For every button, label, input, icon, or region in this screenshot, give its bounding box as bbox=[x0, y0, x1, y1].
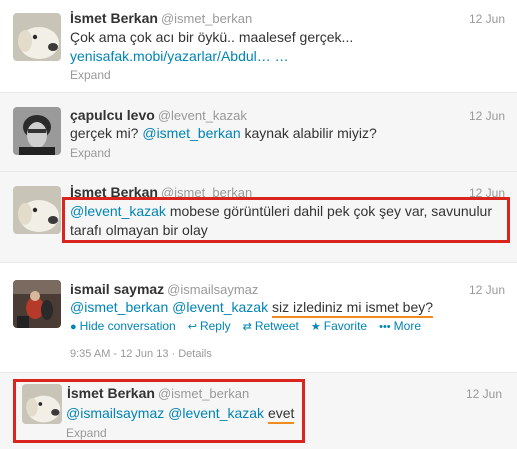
tweet[interactable]: ismail saymaz @ismailsaymaz 12 Jun @ismet… bbox=[0, 263, 517, 373]
more-button[interactable]: ••• More bbox=[379, 319, 421, 333]
retweet-button[interactable]: ⇄ Retweet bbox=[243, 319, 299, 333]
more-icon: ••• bbox=[379, 321, 391, 333]
avatar[interactable] bbox=[13, 107, 61, 155]
highlight-box bbox=[13, 379, 305, 443]
tweet-text: Çok ama çok acı bir öykü.. maalesef gerç… bbox=[70, 28, 353, 47]
more-label: More bbox=[393, 319, 422, 333]
mention-link[interactable]: @levent_kazak bbox=[172, 299, 268, 315]
tweet[interactable]: İsmet Berkan @ismet_berkan 12 Jun @ismail… bbox=[0, 373, 517, 449]
tweet-text: gerçek mi? @ismet_berkan kaynak alabilir… bbox=[70, 124, 377, 143]
tweet-time[interactable]: 12 Jun bbox=[469, 12, 505, 26]
expand-link[interactable]: Expand bbox=[70, 146, 111, 160]
tweet-header: ismail saymaz @ismailsaymaz bbox=[70, 281, 258, 298]
tweet-text: @ismet_berkan @levent_kazak siz izledini… bbox=[70, 298, 434, 318]
user-name[interactable]: ismail saymaz bbox=[70, 281, 164, 297]
tweet-time[interactable]: 12 Jun bbox=[469, 109, 505, 123]
user-handle[interactable]: @levent_kazak bbox=[158, 108, 247, 123]
tweet-body-pre: gerçek mi? bbox=[70, 125, 143, 141]
tweet-time[interactable]: 12 Jun bbox=[469, 283, 505, 297]
tweet[interactable]: çapulcu levo @levent_kazak 12 Jun gerçek … bbox=[0, 93, 517, 172]
highlight-box bbox=[62, 197, 510, 243]
hide-conversation-button[interactable]: ● Hide conversation bbox=[70, 319, 176, 333]
tweet[interactable]: İsmet Berkan @ismet_berkan 12 Jun @levent… bbox=[0, 172, 517, 263]
star-icon: ★ bbox=[310, 321, 321, 333]
hide-conversation-icon: ● bbox=[70, 321, 77, 333]
tweet-time[interactable]: 12 Jun bbox=[466, 387, 502, 401]
tweet-actions: ● Hide conversation ↩ Reply ⇄ Retweet ★ Favorit… bbox=[70, 319, 433, 334]
tweet-link-line: yenisafak.mobi/yazarlar/Abdul… … bbox=[70, 47, 289, 66]
tweet-body-post: kaynak alabilir miyiz? bbox=[240, 125, 377, 141]
mention-link[interactable]: @ismet_berkan bbox=[142, 125, 240, 141]
tweet-link[interactable]: yenisafak.mobi/yazarlar/Abdul… bbox=[70, 48, 271, 64]
tweet-body: Çok ama çok acı bir öykü.. maalesef gerç… bbox=[70, 29, 354, 45]
user-name[interactable]: İsmet Berkan bbox=[70, 10, 158, 26]
tweet-header: İsmet Berkan @ismet_berkan bbox=[70, 10, 252, 27]
mention-link[interactable]: @ismet_berkan bbox=[70, 299, 168, 315]
tweet-meta[interactable]: 9:35 AM - 12 Jun 13 · Details bbox=[70, 347, 212, 361]
favorite-label: Favorite bbox=[323, 319, 368, 333]
hide-conversation-label: Hide conversation bbox=[79, 319, 176, 333]
tweet-header: çapulcu levo @levent_kazak bbox=[70, 107, 247, 124]
favorite-button[interactable]: ★ Favorite bbox=[311, 319, 367, 333]
retweet-icon: ⇄ bbox=[242, 321, 252, 333]
reply-label: Reply bbox=[199, 319, 231, 333]
user-handle[interactable]: @ismet_berkan bbox=[161, 11, 252, 26]
user-handle[interactable]: @ismailsaymaz bbox=[167, 282, 258, 297]
user-name[interactable]: çapulcu levo bbox=[70, 107, 155, 123]
reply-icon: ↩ bbox=[187, 321, 197, 333]
tweet[interactable]: İsmet Berkan @ismet_berkan 12 Jun Çok ama… bbox=[0, 0, 517, 93]
retweet-label: Retweet bbox=[254, 319, 299, 333]
avatar[interactable] bbox=[13, 186, 61, 234]
tweet-body: siz izlediniz mi ismet bey? bbox=[271, 299, 434, 318]
reply-button[interactable]: ↩ Reply bbox=[188, 319, 231, 333]
avatar[interactable] bbox=[13, 280, 61, 328]
expand-link[interactable]: Expand bbox=[70, 68, 111, 82]
avatar[interactable] bbox=[13, 13, 61, 61]
tweet-link-suffix: … bbox=[270, 48, 289, 64]
